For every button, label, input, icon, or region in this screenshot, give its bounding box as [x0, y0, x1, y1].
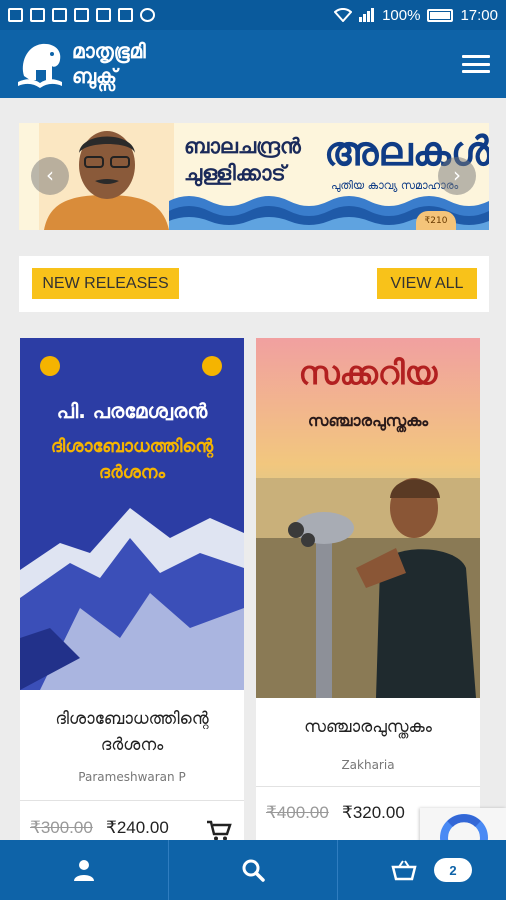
nav-cart[interactable]: 2	[338, 840, 506, 900]
cover-author-text: സക്കറിയ	[298, 354, 438, 392]
new-releases-label: NEW RELEASES	[32, 268, 179, 299]
product-title[interactable]: സഞ്ചാരപുസ്തകം	[256, 714, 480, 740]
banner-author-name: ബാലചന്ദ്രൻ ചുള്ളിക്കാട്	[184, 134, 301, 185]
cover-title-text: സഞ്ചാരപുസ്തകം	[307, 411, 429, 430]
product-card[interactable]: സക്കറിയ സഞ്ചാരപുസ്തകം സഞ്ചാരപുസ്തകം Zakh…	[256, 338, 480, 848]
original-price: ₹400.00	[266, 803, 329, 822]
nav-search[interactable]	[169, 840, 338, 900]
card-divider	[256, 786, 480, 787]
sale-price: ₹320.00	[342, 803, 405, 822]
basket-icon	[391, 860, 417, 881]
new-releases-header: NEW RELEASES VIEW ALL	[19, 256, 489, 312]
product-author[interactable]: Parameshwaran P	[20, 770, 244, 784]
promo-banner[interactable]: ബാലചന്ദ്രൻ ചുള്ളിക്കാട് അലകൾ പുതിയ കാവ്യ…	[19, 123, 489, 230]
book-cover[interactable]: പി. പരമേശ്വരൻ ദിശാബോധത്തിന്റെ ദർശനം	[20, 338, 244, 690]
signal-icon	[359, 8, 375, 22]
banner-price-tag: ₹210	[416, 211, 456, 230]
card-divider	[20, 800, 244, 801]
product-author[interactable]: Zakharia	[256, 758, 480, 772]
nav-account[interactable]	[0, 840, 169, 900]
cover-title-text: ദിശാബോധത്തിന്റെ ദർശനം	[50, 436, 214, 483]
carousel-next-button[interactable]: ›	[438, 157, 476, 195]
sale-price: ₹240.00	[106, 818, 169, 837]
notification-icons	[8, 8, 155, 22]
recaptcha-icon	[440, 814, 488, 844]
cover-author-text: പി. പരമേശ്വരൻ	[56, 399, 208, 423]
gmail-icon	[30, 8, 45, 22]
book-cover[interactable]: സക്കറിയ സഞ്ചാരപുസ്തകം	[256, 338, 480, 698]
view-all-button[interactable]: VIEW ALL	[377, 268, 477, 299]
logo-text-line2: ബുക്സ്	[72, 64, 117, 88]
carousel-prev-button[interactable]: ‹	[31, 157, 69, 195]
user-icon	[74, 860, 94, 881]
logo-text-line1: മാതൃഭൂമി	[72, 39, 146, 63]
delete-icon	[52, 8, 67, 22]
mail-icon	[8, 8, 23, 22]
usb-icon	[118, 8, 133, 22]
hamburger-menu-icon[interactable]	[462, 55, 490, 73]
add-to-cart-icon[interactable]	[206, 820, 232, 842]
elephant-book-logo-icon	[18, 43, 62, 88]
book-cover-art	[256, 338, 480, 698]
message-icon	[74, 8, 89, 22]
product-card[interactable]: പി. പരമേശ്വരൻ ദിശാബോധത്തിന്റെ ദർശനം ദിശാ…	[20, 338, 244, 848]
original-price: ₹300.00	[30, 818, 93, 837]
battery-icon	[427, 8, 454, 22]
bottom-nav: 2	[0, 840, 506, 900]
clock: 17:00	[460, 6, 498, 24]
download-icon	[96, 8, 111, 22]
mathrubhumi-books-logo[interactable]: മാതൃഭൂമി ബുക്സ്	[14, 36, 146, 92]
product-title[interactable]: ദിശാബോധത്തിന്റെ ദർശനം	[20, 706, 244, 758]
book-cover-art	[20, 338, 244, 690]
search-icon	[242, 859, 265, 882]
dnd-icon	[140, 8, 155, 22]
wifi-icon	[334, 8, 353, 22]
cart-count-badge: 2	[434, 858, 472, 882]
app-header: മാതൃഭൂമി ബുക്സ്	[0, 30, 506, 98]
battery-percent: 100%	[382, 6, 421, 24]
recaptcha-badge[interactable]	[420, 808, 506, 844]
status-bar: 100% 17:00	[0, 0, 506, 30]
